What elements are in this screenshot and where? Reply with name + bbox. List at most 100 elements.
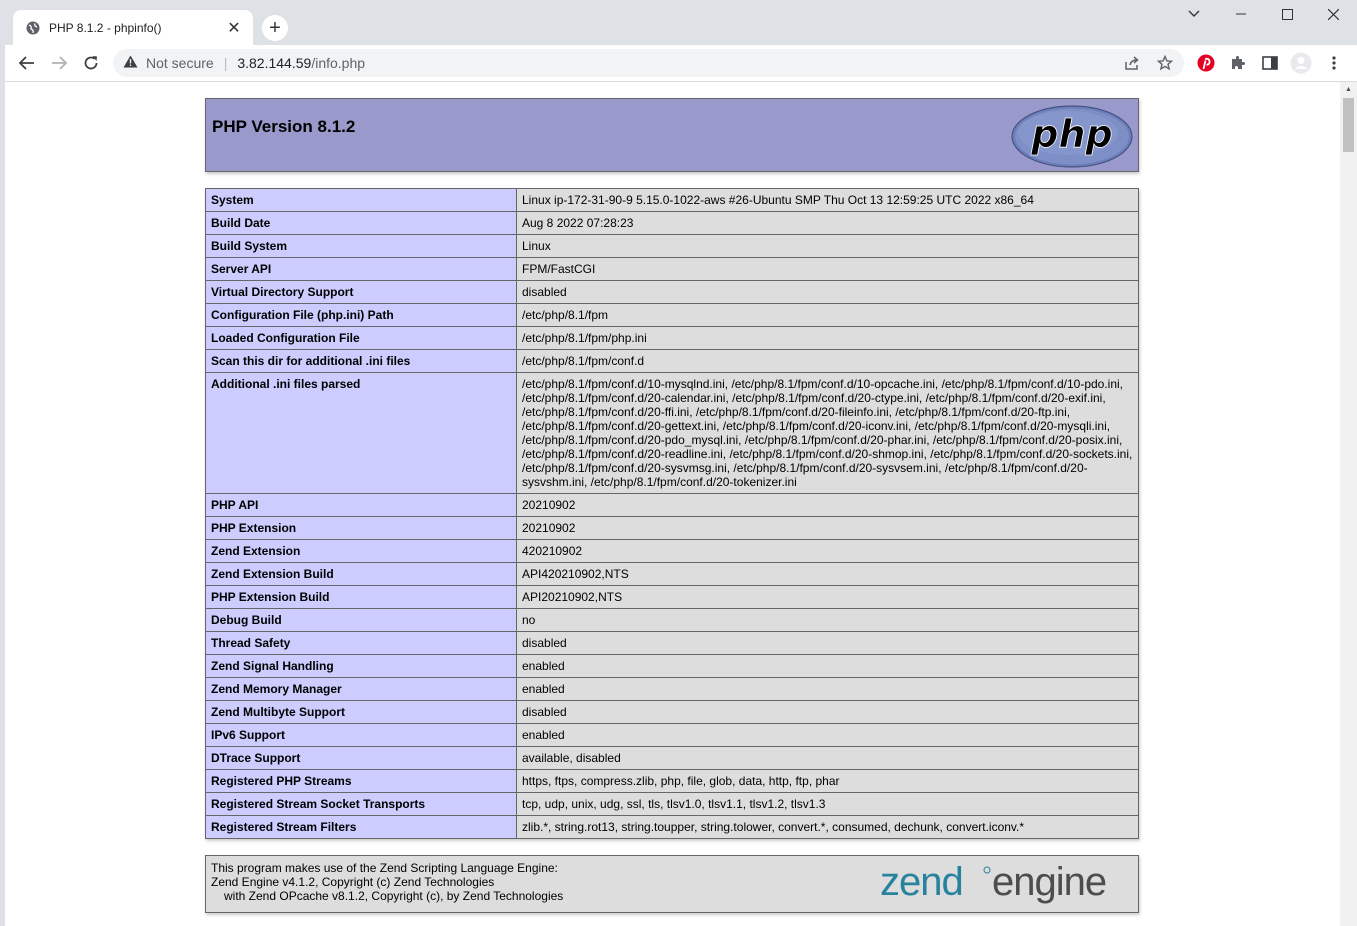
address-bar[interactable]: Not secure | 3.82.144.59/info.php xyxy=(113,49,1184,77)
row-value: /etc/php/8.1/fpm/php.ini xyxy=(516,326,1139,350)
row-value: /etc/php/8.1/fpm xyxy=(516,303,1139,327)
row-key: System xyxy=(205,188,517,212)
url-text[interactable]: 3.82.144.59/info.php xyxy=(237,55,365,71)
row-key: Registered PHP Streams xyxy=(205,769,517,793)
browser-tabstrip: PHP 8.1.2 - phpinfo() ✕ + xyxy=(0,0,1357,45)
row-value: tcp, udp, unix, udg, ssl, tls, tlsv1.0, … xyxy=(516,792,1139,816)
svg-text:php: php xyxy=(1030,112,1112,156)
table-row: PHP Extension 20210902 xyxy=(205,516,1139,540)
table-row: IPv6 Support enabled xyxy=(205,723,1139,747)
bookmark-star-icon[interactable] xyxy=(1157,49,1173,77)
minimize-icon[interactable] xyxy=(1218,0,1264,28)
forward-icon[interactable] xyxy=(45,49,73,77)
table-row: Configuration File (php.ini) Path/etc/ph… xyxy=(205,303,1139,327)
reload-icon[interactable] xyxy=(77,49,105,77)
table-row: Registered Stream Filters zlib.*, string.… xyxy=(205,815,1139,839)
table-row: Build System Linux xyxy=(205,234,1139,258)
vertical-scrollbar[interactable]: ▲ xyxy=(1340,82,1357,926)
table-row: PHP Extension Build API20210902,NTS xyxy=(205,585,1139,609)
page-viewport: PHP Version 8.1.2 php System Linux ip-172… xyxy=(5,82,1340,926)
browser-toolbar: Not secure | 3.82.144.59/info.php xyxy=(0,45,1357,82)
row-value: Linux ip-172-31-90-9 5.15.0-1022-aws #26… xyxy=(516,188,1139,212)
row-key: IPv6 Support xyxy=(205,723,517,747)
pinterest-icon[interactable] xyxy=(1195,52,1217,74)
warning-icon[interactable] xyxy=(123,55,138,71)
page-title: PHP Version 8.1.2 xyxy=(212,117,356,136)
menu-kebab-icon[interactable] xyxy=(1323,52,1345,74)
table-row: Debug Build no xyxy=(205,608,1139,632)
tab-search-icon[interactable] xyxy=(1171,0,1217,28)
browser-tab[interactable]: PHP 8.1.2 - phpinfo() ✕ xyxy=(13,10,253,45)
table-row: Zend Memory Manager enabled xyxy=(205,677,1139,701)
url-host: 3.82.144.59 xyxy=(237,55,312,71)
version-header: PHP Version 8.1.2 php xyxy=(205,98,1139,172)
row-value: Linux xyxy=(516,234,1139,258)
zend-line-3: with Zend OPcache v8.1.2, Copyright (c),… xyxy=(224,889,564,903)
close-window-icon[interactable] xyxy=(1310,0,1356,28)
zend-engine-logo[interactable]: zend engine xyxy=(880,859,1132,909)
table-row: Thread Safety disabled xyxy=(205,631,1139,655)
row-value: 420210902 xyxy=(516,539,1139,563)
scrollbar-thumb[interactable] xyxy=(1343,98,1354,152)
table-row: PHP API 20210902 xyxy=(205,493,1139,517)
table-row: DTrace Support available, disabled xyxy=(205,746,1139,770)
row-key: Configuration File (php.ini) Path xyxy=(205,303,517,327)
close-tab-icon[interactable]: ✕ xyxy=(225,18,243,38)
row-key: DTrace Support xyxy=(205,746,517,770)
new-tab-button[interactable]: + xyxy=(262,15,288,41)
table-row: Zend Multibyte Support disabled xyxy=(205,700,1139,724)
row-value: disabled xyxy=(516,280,1139,304)
tab-title: PHP 8.1.2 - phpinfo() xyxy=(49,20,162,35)
svg-text:zend: zend xyxy=(880,860,963,904)
row-key: Zend Extension xyxy=(205,539,517,563)
row-key: Zend Signal Handling xyxy=(205,654,517,678)
extensions-puzzle-icon[interactable] xyxy=(1227,52,1249,74)
row-value: zlib.*, string.rot13, string.toupper, st… xyxy=(516,815,1139,839)
row-value: FPM/FastCGI xyxy=(516,257,1139,281)
row-key: Server API xyxy=(205,257,517,281)
table-row: Virtual Directory Support disabled xyxy=(205,280,1139,304)
table-row: Build Date Aug 8 2022 07:28:23 xyxy=(205,211,1139,235)
maximize-icon[interactable] xyxy=(1264,0,1310,28)
row-value: /etc/php/8.1/fpm/conf.d/10-mysqlnd.ini, … xyxy=(516,372,1139,494)
omnibox-divider: | xyxy=(223,55,228,71)
zend-engine-box: This program makes use of the Zend Scrip… xyxy=(205,855,1139,913)
security-label[interactable]: Not secure xyxy=(146,55,214,71)
table-row: Zend Signal Handling enabled xyxy=(205,654,1139,678)
row-key: Build System xyxy=(205,234,517,258)
row-value: /etc/php/8.1/fpm/conf.d xyxy=(516,349,1139,373)
php-logo[interactable]: php xyxy=(1011,105,1133,168)
side-panel-icon[interactable] xyxy=(1259,52,1281,74)
info-table: System Linux ip-172-31-90-9 5.15.0-1022-a… xyxy=(205,188,1139,839)
row-value: disabled xyxy=(516,631,1139,655)
row-value: 20210902 xyxy=(516,516,1139,540)
row-value: 20210902 xyxy=(516,493,1139,517)
row-value: enabled xyxy=(516,677,1139,701)
back-icon[interactable] xyxy=(13,49,41,77)
row-value: Aug 8 2022 07:28:23 xyxy=(516,211,1139,235)
row-key: Zend Multibyte Support xyxy=(205,700,517,724)
globe-icon xyxy=(25,20,41,36)
scroll-up-arrow-icon[interactable]: ▲ xyxy=(1340,82,1357,96)
row-key: PHP API xyxy=(205,493,517,517)
phpinfo-content: PHP Version 8.1.2 php System Linux ip-172… xyxy=(205,98,1139,913)
table-row: Registered PHP Streams https, ftps, compr… xyxy=(205,769,1139,793)
row-key: Debug Build xyxy=(205,608,517,632)
row-key: Zend Extension Build xyxy=(205,562,517,586)
row-value: API420210902,NTS xyxy=(516,562,1139,586)
table-row: Registered Stream Socket Transports tcp, … xyxy=(205,792,1139,816)
table-row: Additional .ini files parsed/etc/php/8.1… xyxy=(205,372,1139,494)
row-value: available, disabled xyxy=(516,746,1139,770)
svg-text:engine: engine xyxy=(992,860,1106,904)
row-value: enabled xyxy=(516,654,1139,678)
table-row: System Linux ip-172-31-90-9 5.15.0-1022-a… xyxy=(205,188,1139,212)
row-key: PHP Extension Build xyxy=(205,585,517,609)
row-value: disabled xyxy=(516,700,1139,724)
row-key: Zend Memory Manager xyxy=(205,677,517,701)
share-icon[interactable] xyxy=(1124,49,1140,77)
profile-avatar-icon[interactable] xyxy=(1290,52,1312,74)
table-row: Scan this dir for additional .ini files /… xyxy=(205,349,1139,373)
row-key: Thread Safety xyxy=(205,631,517,655)
row-key: Registered Stream Filters xyxy=(205,815,517,839)
table-row: Loaded Configuration File/etc/php/8.1/fp… xyxy=(205,326,1139,350)
